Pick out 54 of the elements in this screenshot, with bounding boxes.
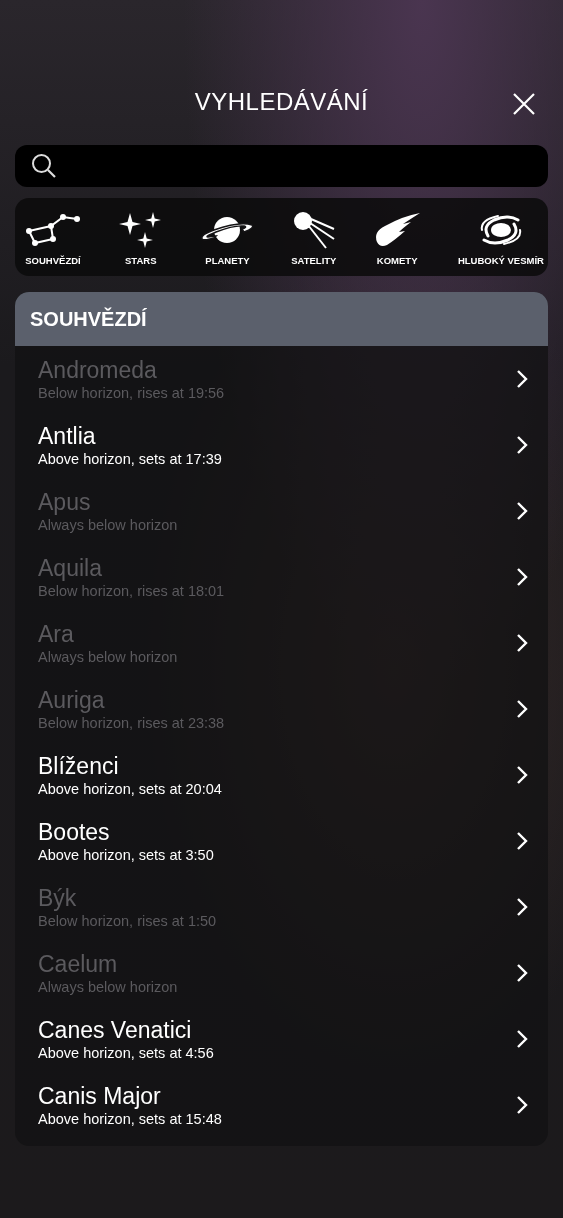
constellation-icon	[25, 211, 81, 249]
chevron-icon	[516, 897, 528, 917]
item-status: Below horizon, rises at 19:56	[38, 383, 226, 402]
list-item[interactable]: Canis Major Above horizon, sets at 15:48	[15, 1072, 548, 1138]
item-status: Always below horizon	[38, 515, 179, 534]
list-item[interactable]: Blíženci Above horizon, sets at 20:04	[15, 742, 548, 808]
item-status: Above horizon, sets at 17:39	[38, 449, 223, 468]
item-status: Always below horizon	[38, 647, 179, 666]
item-status: Above horizon, sets at 4:56	[38, 1043, 215, 1062]
item-status: Above horizon, sets at 15:48	[38, 1109, 223, 1128]
category-button[interactable]: PLANETY	[200, 211, 255, 266]
chevron-icon	[516, 1029, 528, 1049]
category-button[interactable]: HLUBOKÝ VESMÍR	[457, 211, 544, 266]
screen-title: VYHLEDÁVÁNÍ	[194, 88, 369, 116]
item-status: Below horizon, rises at 1:50	[38, 911, 218, 930]
item-name: Ara	[38, 620, 75, 648]
chevron-icon	[516, 831, 528, 851]
list-item[interactable]: Bootes Above horizon, sets at 3:50	[15, 808, 548, 874]
item-name: Canes Venatici	[38, 1016, 193, 1044]
item-status: Above horizon, sets at 20:04	[38, 779, 223, 798]
chevron-icon	[516, 369, 528, 389]
category-button[interactable]: SOUHVĚZDÍ	[25, 211, 81, 266]
item-status: Always below horizon	[38, 977, 179, 996]
search-icon	[31, 153, 57, 179]
item-name: Aquila	[38, 554, 103, 582]
section-title: SOUHVĚZDÍ	[30, 307, 147, 331]
chevron-icon	[516, 501, 528, 521]
category-button[interactable]: STARS	[117, 211, 164, 266]
item-name: Antlia	[38, 422, 97, 450]
search-field[interactable]	[15, 145, 548, 187]
chevron-icon	[516, 567, 528, 587]
item-name: Canis Major	[38, 1082, 162, 1110]
chevron-icon	[516, 963, 528, 983]
item-name: Býk	[38, 884, 78, 912]
list-item[interactable]: Canes Venatici Above horizon, sets at 4:56	[15, 1006, 548, 1072]
item-name: Apus	[38, 488, 92, 516]
chevron-icon	[516, 765, 528, 785]
item-status: Below horizon, rises at 18:01	[38, 581, 226, 600]
item-name: Andromeda	[38, 356, 158, 384]
chevron-icon	[516, 633, 528, 653]
chevron-icon	[516, 435, 528, 455]
item-name: Bootes	[38, 818, 111, 846]
category-button[interactable]: SATELITY	[291, 211, 337, 266]
chevron-icon	[516, 1095, 528, 1115]
item-name: Caelum	[38, 950, 119, 978]
chevron-icon	[516, 699, 528, 719]
item-name: Auriga	[38, 686, 106, 714]
item-status: Above horizon, sets at 3:50	[38, 845, 215, 864]
category-button[interactable]: KOMETY	[373, 211, 422, 266]
item-name: Blíženci	[38, 752, 120, 780]
list-item[interactable]: Antlia Above horizon, sets at 17:39	[15, 412, 548, 478]
comet-icon	[373, 211, 422, 249]
satellite-icon	[291, 211, 336, 249]
item-status: Below horizon, rises at 23:38	[38, 713, 226, 732]
